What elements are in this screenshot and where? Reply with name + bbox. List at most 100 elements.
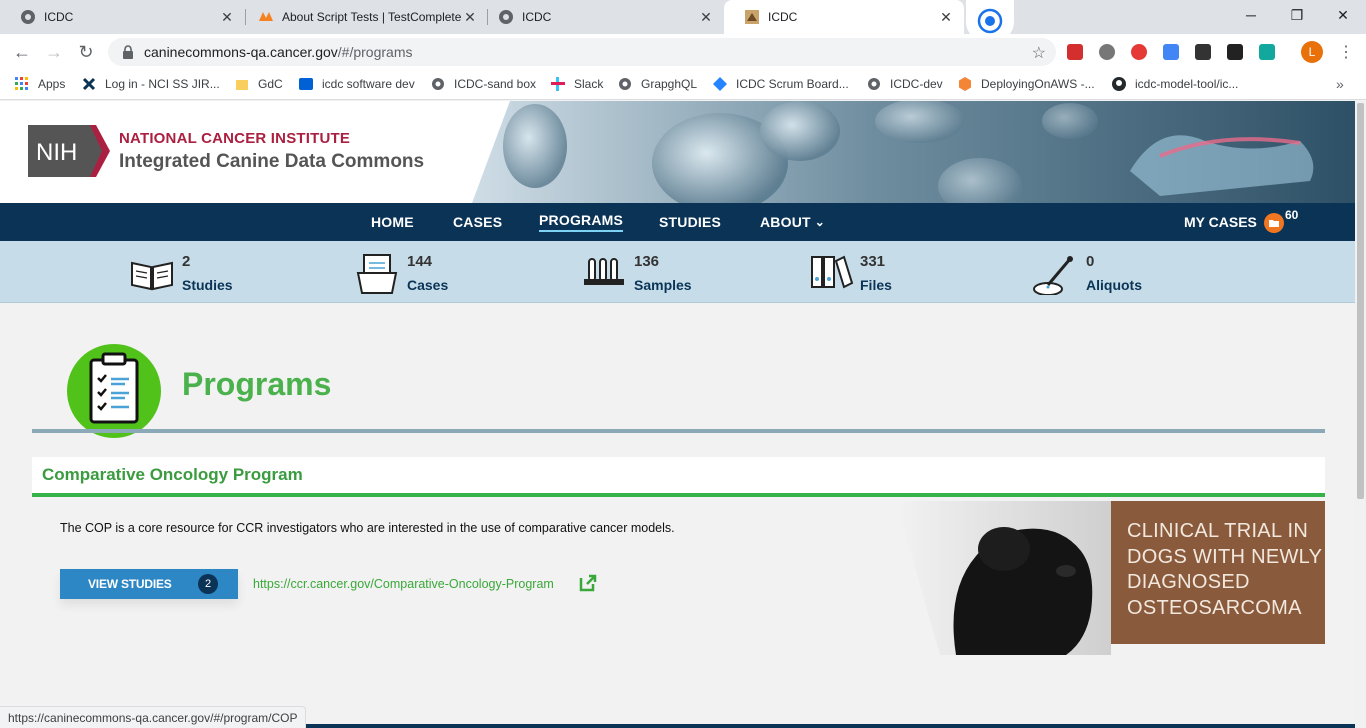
- bookmark-gdc[interactable]: GdC: [234, 70, 283, 98]
- minimize-icon[interactable]: ─: [1228, 0, 1274, 30]
- stat-label: Aliquots: [1086, 277, 1142, 293]
- stat-value: 331: [860, 253, 886, 270]
- bookmark-apps[interactable]: Apps: [14, 70, 65, 98]
- binders-icon: [811, 255, 854, 289]
- external-link-icon[interactable]: [578, 573, 598, 593]
- view-studies-button[interactable]: VIEW STUDIES 2: [60, 569, 238, 599]
- nav-studies[interactable]: STUDIES: [659, 203, 721, 241]
- bookmark-label: icdc-model-tool/ic...: [1135, 77, 1239, 91]
- browser-tab[interactable]: ICDC ✕: [478, 0, 724, 34]
- stat-label: Samples: [634, 277, 692, 293]
- bookmark-star-icon[interactable]: ☆: [1032, 43, 1046, 63]
- bookmark-label: Slack: [574, 77, 604, 91]
- box-icon: [298, 76, 314, 92]
- programs-clipboard-icon: [67, 344, 161, 438]
- address-bar[interactable]: caninecommons-qa.cancer.gov/#/programs ☆: [108, 38, 1056, 66]
- cart-icon[interactable]: [1264, 213, 1284, 233]
- nav-label: ABOUT: [760, 214, 811, 230]
- cart-count: 60: [1285, 208, 1299, 222]
- program-name: Comparative Oncology Program: [42, 465, 303, 484]
- main-nav: HOME CASES PROGRAMS STUDIES ABOUT ⌄ MY CA…: [0, 203, 1355, 241]
- program-description: The COP is a core resource for CCR inves…: [60, 521, 675, 535]
- tab-title: ICDC: [522, 10, 552, 24]
- close-tab-icon[interactable]: ✕: [938, 9, 954, 26]
- pdf-extension-icon[interactable]: [1067, 44, 1083, 60]
- bookmark-scrum-board[interactable]: ICDC Scrum Board...: [712, 70, 849, 98]
- bookmark-label: ICDC Scrum Board...: [736, 77, 849, 91]
- chevron-down-icon: ⌄: [814, 215, 826, 229]
- stat-value: 144: [407, 253, 433, 270]
- nih-logo-text: NIH: [36, 139, 77, 166]
- browser-menu-icon[interactable]: ⋮: [1338, 42, 1354, 62]
- nav-about[interactable]: ABOUT ⌄: [760, 203, 825, 241]
- extension-glasses-icon[interactable]: [1131, 44, 1147, 60]
- globe-icon: [617, 76, 633, 92]
- browser-tab[interactable]: About Script Tests | TestComplete ✕: [238, 0, 488, 34]
- nav-label: STUDIES: [659, 214, 722, 230]
- bookmark-deploying-aws[interactable]: DeployingOnAWS -...: [957, 70, 1095, 98]
- bookmark-label: GdC: [258, 77, 283, 91]
- close-window-icon[interactable]: ✕: [1320, 0, 1366, 30]
- site-name: Integrated Canine Data Commons: [119, 151, 425, 172]
- program-external-link[interactable]: https://ccr.cancer.gov/Comparative-Oncol…: [253, 577, 554, 591]
- close-tab-icon[interactable]: ✕: [219, 9, 235, 26]
- back-icon[interactable]: ←: [10, 40, 34, 64]
- bookmark-model-tool[interactable]: icdc-model-tool/ic...: [1111, 70, 1238, 98]
- browser-tab-strip: ICDC ✕ About Script Tests | TestComplete…: [0, 0, 1366, 42]
- org-name: NATIONAL CANCER INSTITUTE: [119, 130, 351, 147]
- bookmark-slack[interactable]: Slack: [550, 70, 603, 98]
- browser-tab-active[interactable]: ICDC ✕: [724, 0, 964, 34]
- icdc-favicon: [745, 10, 759, 24]
- scrollbar-thumb[interactable]: [1357, 103, 1364, 499]
- close-tab-icon[interactable]: ✕: [698, 9, 714, 26]
- extension-grid-icon[interactable]: [1259, 44, 1275, 60]
- caption-line: DOGS WITH NEWLY: [1127, 545, 1323, 568]
- profile-avatar[interactable]: L: [1301, 41, 1323, 63]
- nav-home[interactable]: HOME: [371, 203, 414, 241]
- study-count-badge: 2: [198, 574, 218, 594]
- bookmark-icdc-software-dev[interactable]: icdc software dev: [298, 70, 415, 98]
- stat-label: Cases: [407, 277, 449, 293]
- extension-circle-icon[interactable]: [1099, 44, 1115, 60]
- nav-programs[interactable]: PROGRAMS: [539, 203, 624, 241]
- globe-icon: [499, 10, 513, 24]
- close-tab-icon[interactable]: ✕: [462, 9, 478, 26]
- nav-label: CASES: [453, 214, 503, 230]
- aws-icon: [957, 76, 973, 92]
- browser-tab[interactable]: ICDC ✕: [0, 0, 245, 34]
- tab-title: ICDC: [768, 10, 798, 24]
- bookmark-label: Log in - NCI SS JIR...: [105, 77, 220, 91]
- nav-cases[interactable]: CASES: [453, 203, 502, 241]
- chat-bubble-icon: [977, 8, 1003, 34]
- nav-label: HOME: [371, 214, 414, 230]
- x-extension-icon[interactable]: [1227, 44, 1243, 60]
- forward-icon[interactable]: →: [42, 40, 66, 64]
- github-icon: [1111, 76, 1127, 92]
- reload-icon[interactable]: ↻: [74, 40, 98, 64]
- pipette-dish-icon: [1033, 256, 1073, 295]
- slack-icon: [550, 76, 566, 92]
- my-cases-link[interactable]: MY CASES: [1184, 203, 1257, 241]
- nav-label: PROGRAMS: [539, 212, 624, 232]
- bookmark-icdc-dev[interactable]: ICDC-dev: [866, 70, 943, 98]
- test-tubes-icon: [584, 258, 624, 285]
- apps-grid-icon: [14, 76, 30, 92]
- drive-extension-icon[interactable]: [1163, 44, 1179, 60]
- page-scrollbar[interactable]: [1355, 101, 1366, 728]
- bookmark-label: DeployingOnAWS -...: [981, 77, 1095, 91]
- tab-title: ICDC: [44, 10, 74, 24]
- restore-icon[interactable]: ❐: [1274, 0, 1320, 30]
- bookmark-jira[interactable]: Log in - NCI SS JIR...: [81, 70, 220, 98]
- selenium-extension-icon[interactable]: [1195, 44, 1211, 60]
- my-cases-label: MY CASES: [1184, 214, 1257, 230]
- caption-line: DIAGNOSED: [1127, 571, 1250, 593]
- stat-label: Files: [860, 277, 892, 293]
- bookmark-icdc-sand-box[interactable]: ICDC-sand box: [430, 70, 536, 98]
- banner-image: [472, 101, 1355, 203]
- footer-edge: [306, 724, 1355, 728]
- case-folder-icon: [356, 254, 398, 294]
- bookmarks-bar: Apps Log in - NCI SS JIR... GdC icdc sof…: [0, 70, 1366, 100]
- bookmark-graphql[interactable]: GrapghQL: [617, 70, 697, 98]
- more-bookmarks-icon[interactable]: »: [1336, 76, 1344, 92]
- globe-icon: [866, 76, 882, 92]
